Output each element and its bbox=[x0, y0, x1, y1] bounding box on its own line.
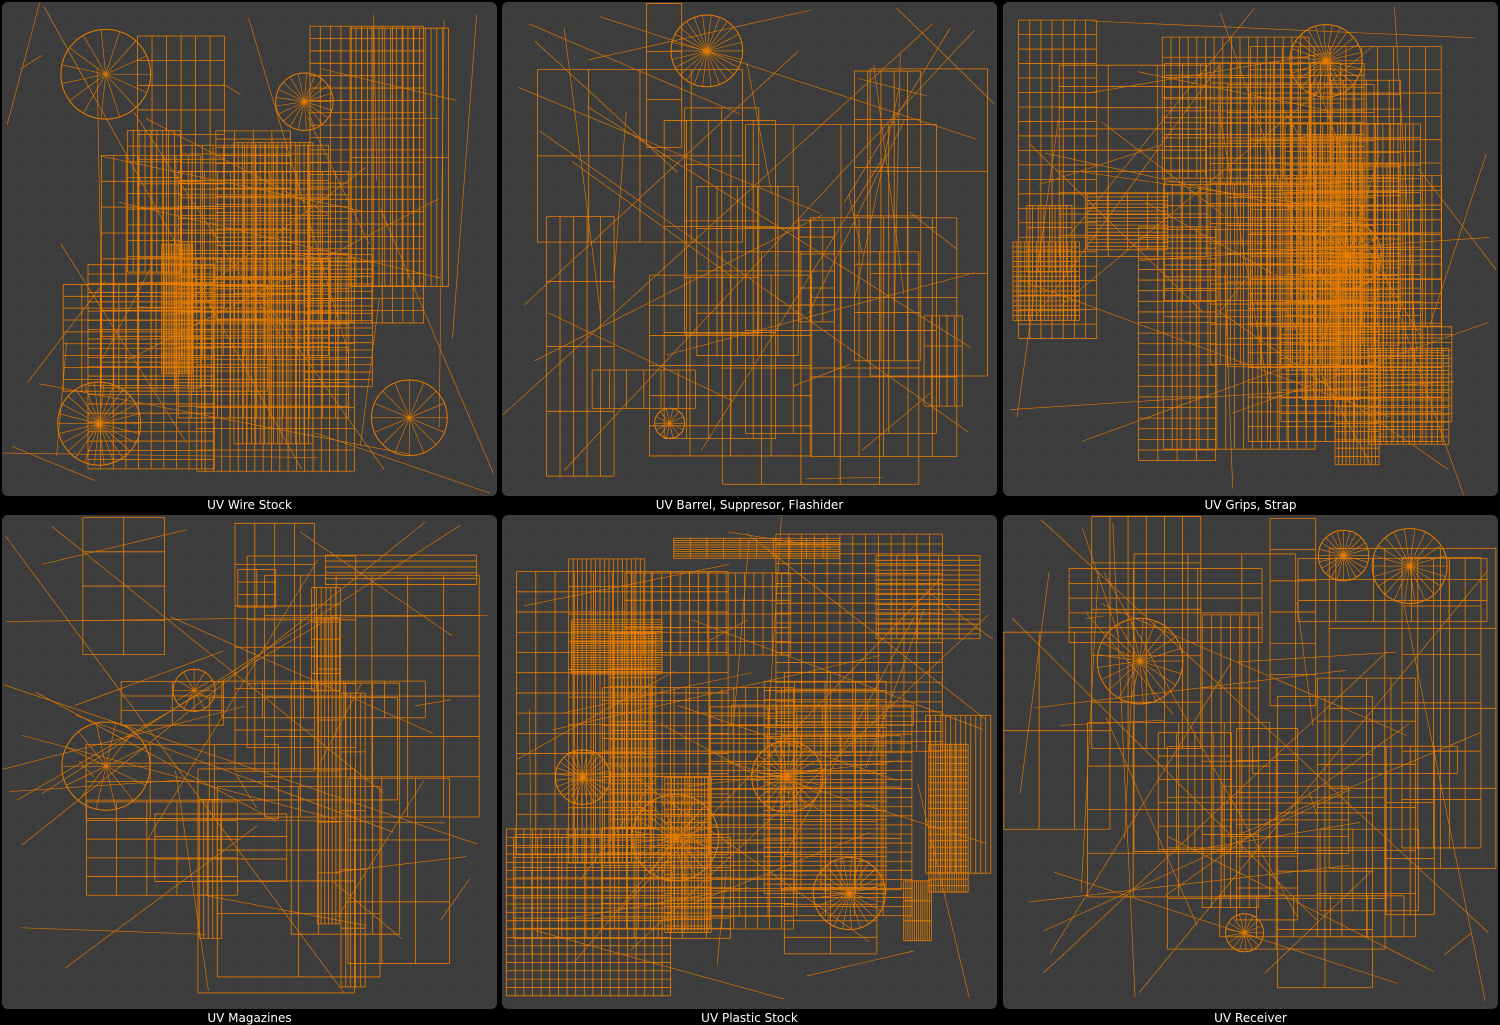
panel-label: UV Grips, Strap bbox=[1204, 498, 1297, 512]
uv-panel-magazines bbox=[2, 515, 497, 1009]
panel-label: UV Magazines bbox=[207, 1011, 292, 1025]
uv-panel-receiver bbox=[1003, 515, 1498, 1009]
uv-wireframe bbox=[1003, 515, 1498, 1009]
uv-panel-grips bbox=[1003, 2, 1498, 496]
panel-label: UV Plastic Stock bbox=[701, 1011, 798, 1025]
uv-wireframe bbox=[502, 515, 997, 1009]
panel-label: UV Wire Stock bbox=[207, 498, 292, 512]
panel-label: UV Receiver bbox=[1214, 1011, 1287, 1025]
uv-wireframe bbox=[2, 2, 497, 496]
uv-panel-plastic-stock bbox=[502, 515, 997, 1009]
uv-wireframe bbox=[1003, 2, 1498, 496]
uv-wireframe bbox=[502, 2, 997, 496]
uv-wireframe bbox=[2, 515, 497, 1009]
panel-label: UV Barrel, Suppresor, Flashider bbox=[655, 498, 844, 512]
uv-panel-barrel bbox=[502, 2, 997, 496]
uv-panel-wire-stock bbox=[2, 2, 497, 496]
